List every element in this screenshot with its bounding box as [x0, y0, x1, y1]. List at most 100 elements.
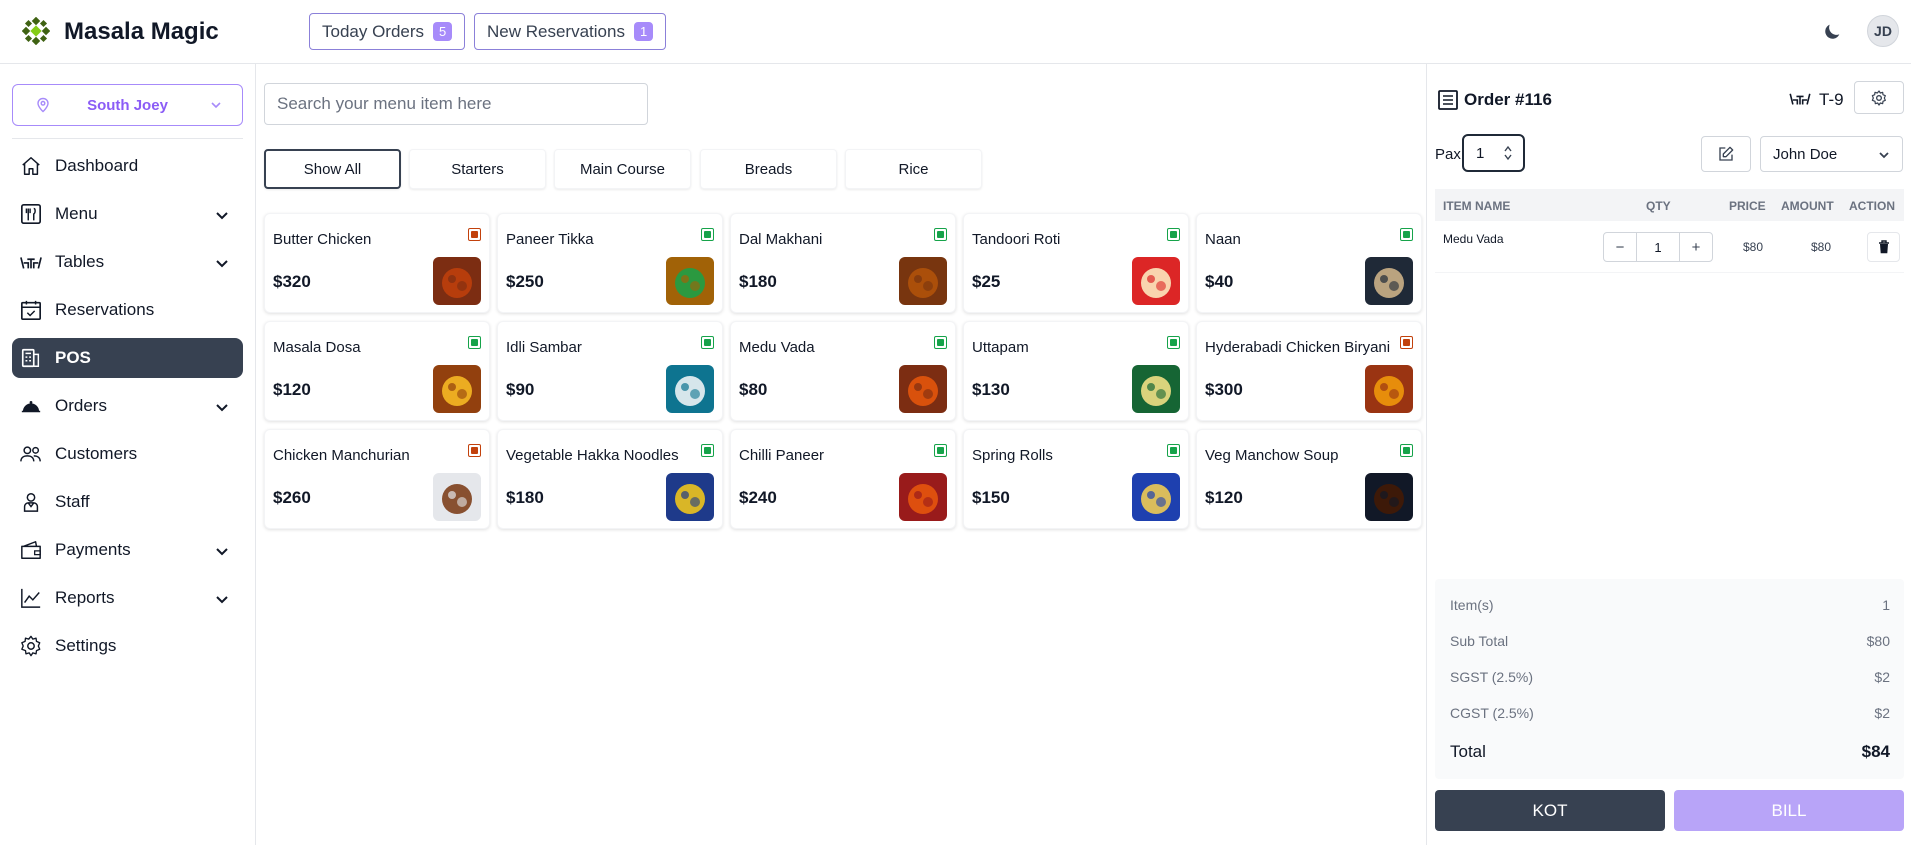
menu-item-price: $120	[1205, 488, 1243, 507]
menu-item-card[interactable]: Dal Makhani $180	[730, 213, 956, 313]
new-reservations-button[interactable]: New Reservations 1	[474, 13, 667, 50]
menu-item-card[interactable]: Uttapam $130	[963, 321, 1189, 421]
menu-item-image	[1365, 365, 1413, 413]
logo-icon	[22, 17, 50, 45]
menu-item-name: Butter Chicken	[273, 231, 372, 248]
sidebar-item-customers[interactable]: Customers	[12, 434, 243, 474]
menu-item-card[interactable]: Chilli Paneer $240	[730, 429, 956, 529]
trash-icon	[1878, 240, 1889, 254]
location-selector[interactable]: South Joey	[12, 84, 243, 126]
today-orders-button[interactable]: Today Orders 5	[309, 13, 466, 50]
kot-button[interactable]: KOT	[1435, 790, 1665, 831]
qty-value[interactable]: 1	[1637, 232, 1679, 262]
gear-icon	[21, 635, 41, 657]
menu-item-price: $80	[739, 380, 768, 399]
column-item-name: ITEM NAME	[1443, 199, 1511, 213]
non-veg-indicator-icon	[468, 228, 481, 241]
sidebar-item-pos[interactable]: POS	[12, 338, 243, 378]
sidebar-item-reports[interactable]: Reports	[12, 578, 243, 618]
category-tab-rice[interactable]: Rice	[845, 149, 982, 189]
sidebar-item-label: Customers	[55, 444, 138, 463]
cloche-icon	[21, 400, 41, 413]
menu-item-name: Hyderabadi Chicken Biryani	[1205, 339, 1391, 356]
menu-item-image	[899, 257, 947, 305]
summary-label: Sub Total	[1450, 633, 1509, 649]
sidebar-item-label: Reservations	[55, 300, 155, 319]
sidebar-item-reservations[interactable]: Reservations	[12, 290, 243, 330]
sidebar-item-orders[interactable]: Orders	[12, 386, 243, 426]
edit-customer-button[interactable]	[1701, 136, 1751, 172]
sidebar-item-menu[interactable]: Menu	[12, 194, 243, 234]
category-tab-main-course[interactable]: Main Course	[554, 149, 691, 189]
chevron-down-icon	[1879, 152, 1889, 159]
category-tab-breads[interactable]: Breads	[700, 149, 837, 189]
chevron-down-icon	[216, 596, 228, 604]
menu-item-image	[1132, 257, 1180, 305]
order-settings-button[interactable]	[1854, 81, 1904, 114]
delete-line-button[interactable]	[1867, 232, 1900, 262]
menu-item-card[interactable]: Veg Manchow Soup $120	[1196, 429, 1422, 529]
menu-item-card[interactable]: Hyderabadi Chicken Biryani $300	[1196, 321, 1422, 421]
menu-item-name: Idli Sambar	[506, 339, 582, 356]
today-orders-label: Today Orders	[322, 21, 425, 41]
menu-item-image	[433, 473, 481, 521]
avatar[interactable]: JD	[1867, 15, 1899, 47]
menu-item-card[interactable]: Paneer Tikka $250	[497, 213, 723, 313]
increase-qty-button[interactable]: +	[1679, 232, 1713, 262]
chevron-down-icon	[216, 260, 228, 268]
menu-item-card[interactable]: Spring Rolls $150	[963, 429, 1189, 529]
category-tab-show-all[interactable]: Show All	[264, 149, 401, 189]
column-qty: QTY	[1646, 199, 1671, 213]
sidebar-item-settings[interactable]: Settings	[12, 626, 243, 666]
sidebar-item-payments[interactable]: Payments	[12, 530, 243, 570]
chevron-down-icon	[216, 404, 228, 412]
summary-value: $80	[1866, 633, 1890, 649]
sidebar-item-dashboard[interactable]: Dashboard	[12, 146, 243, 186]
veg-indicator-icon	[701, 336, 714, 349]
menu-item-card[interactable]: Tandoori Roti $25	[963, 213, 1189, 313]
menu-item-image	[666, 365, 714, 413]
menu-item-card[interactable]: Idli Sambar $90	[497, 321, 723, 421]
menu-item-image	[666, 473, 714, 521]
menu-item-card[interactable]: Vegetable Hakka Noodles $180	[497, 429, 723, 529]
summary-value: $2	[1874, 705, 1890, 721]
sidebar-item-label: POS	[55, 348, 91, 367]
category-tab-starters[interactable]: Starters	[409, 149, 546, 189]
total-label: Total	[1450, 742, 1486, 761]
users-icon	[20, 446, 41, 462]
bill-button[interactable]: BILL	[1674, 790, 1904, 831]
menu-item-name: Veg Manchow Soup	[1205, 447, 1339, 464]
veg-indicator-icon	[701, 228, 714, 241]
menu-item-price: $250	[506, 272, 544, 291]
menu-item-card[interactable]: Chicken Manchurian $260	[264, 429, 490, 529]
menu-item-card[interactable]: Masala Dosa $120	[264, 321, 490, 421]
pax-input[interactable]: 1	[1462, 134, 1525, 172]
menu-item-card[interactable]: Butter Chicken $320	[264, 213, 490, 313]
menu-search-input[interactable]	[264, 83, 648, 125]
sidebar-item-tables[interactable]: Tables	[12, 242, 243, 282]
decrease-qty-button[interactable]: −	[1603, 232, 1637, 262]
veg-indicator-icon	[701, 444, 714, 457]
menu-item-price: $150	[972, 488, 1010, 507]
menu-item-name: Naan	[1205, 231, 1241, 248]
summary-total: Total $84	[1450, 742, 1890, 762]
summary-cgst: CGST (2.5%) $2	[1450, 705, 1890, 721]
calendar-icon	[21, 300, 41, 320]
order-title: Order #116	[1437, 88, 1552, 112]
sidebar-item-staff[interactable]: Staff	[12, 482, 243, 522]
gear-icon	[1871, 89, 1886, 106]
non-veg-indicator-icon	[468, 444, 481, 457]
spinner-icon[interactable]	[1503, 144, 1513, 162]
customer-name: John Doe	[1773, 145, 1838, 163]
chevron-down-icon	[216, 548, 228, 556]
line-item-name: Medu Vada	[1443, 232, 1504, 246]
customer-select[interactable]: John Doe	[1760, 136, 1903, 172]
menu-item-card[interactable]: Medu Vada $80	[730, 321, 956, 421]
non-veg-indicator-icon	[1400, 336, 1413, 349]
order-table-header: ITEM NAME QTY PRICE AMOUNT ACTION	[1435, 189, 1904, 221]
menu-item-card[interactable]: Naan $40	[1196, 213, 1422, 313]
moon-icon[interactable]	[1821, 21, 1843, 43]
menu-item-price: $130	[972, 380, 1010, 399]
summary-value: 1	[1882, 597, 1890, 613]
menu-item-price: $180	[506, 488, 544, 507]
